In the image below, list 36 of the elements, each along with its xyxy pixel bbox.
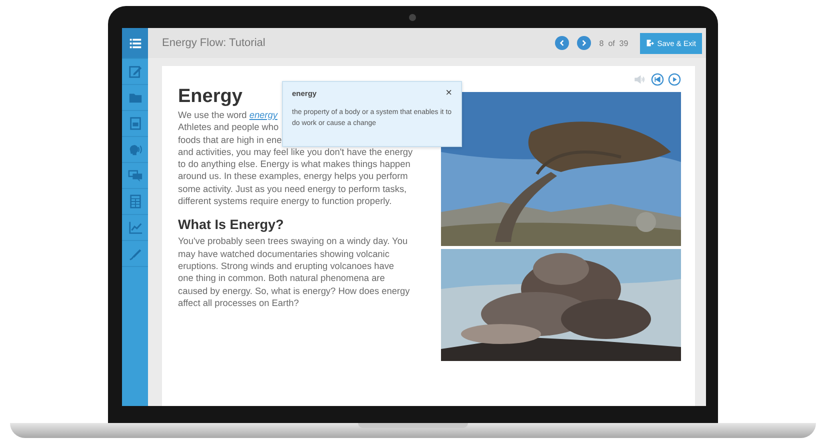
text-line: some activity. Just as you need energy to perform tasks, [178,182,407,196]
exit-icon [646,39,654,47]
play-icon[interactable] [668,72,681,86]
chevron-right-icon [580,39,588,47]
text-line: may have watched documentaries showing volcanic [178,248,390,260]
text-line: We use the word energy [178,109,278,122]
text-line: affect all processes on Earth? [178,296,299,310]
rewind-icon[interactable] [651,72,664,86]
next-button[interactable] [577,36,592,50]
article-heading: Energy [178,86,242,108]
text-line: foods that are high in ene [178,134,282,146]
speaking-head-icon [128,142,142,157]
document-icon [128,116,142,131]
line-chart-icon [128,220,142,235]
edit-icon [128,64,142,79]
close-button[interactable]: × [446,88,452,98]
text-line: eruptions. Strong winds and erupting volcanoes have [178,260,394,272]
section-heading: What Is Energy? [178,216,284,234]
glossary-link[interactable]: energy [249,110,278,120]
text-line: Athletes and people who [178,121,279,134]
camera-icon [409,14,416,21]
text-line: to do anything else. Energy is what makes things happen [178,158,410,170]
speaker-icon[interactable] [634,74,645,84]
text-line: and activities, you may feel like you don't have the energy [178,146,413,158]
chevron-left-icon [558,39,566,47]
previous-button[interactable] [555,36,570,50]
text-line: around us. In these examples, energy helps you perform [178,170,408,183]
text-line: different systems require energy to function properly. [178,195,392,208]
text-line: caused by energy. So, what is energy? How does energy [178,284,410,297]
text-line: You've probably seen trees swaying on a windy day. You [178,235,408,248]
lesson-title: Energy Flow: Tutorial [162,37,266,49]
text-line: one thing in common. Both natural phenomena are [178,272,385,285]
page-counter: 8 of 39 [599,38,628,48]
sidebar-item[interactable] [122,28,148,59]
chat-icon [128,168,142,183]
calculator-icon [128,194,142,209]
